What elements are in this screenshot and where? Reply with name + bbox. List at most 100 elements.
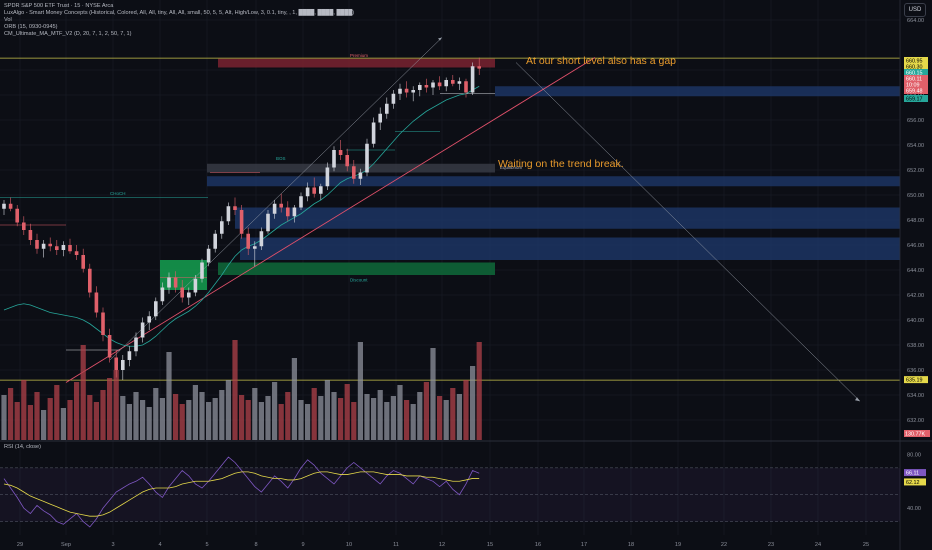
time-tick-label: 29	[17, 542, 23, 548]
volume-bar	[285, 392, 291, 440]
candle-body	[286, 207, 290, 217]
candle-body	[220, 221, 224, 234]
candle-body	[477, 66, 481, 69]
volume-bar	[456, 394, 462, 440]
time-tick-label: 22	[721, 542, 727, 548]
candle-body	[385, 103, 389, 114]
time-tick-label: 24	[815, 542, 821, 548]
currency-button[interactable]: USD	[904, 3, 926, 17]
candle-body	[55, 246, 59, 250]
rsi-tag-text: 66.11	[906, 471, 919, 477]
candle-body	[173, 277, 178, 288]
volume-bar	[404, 400, 410, 440]
indicator-ma[interactable]: CM_Ultimate_MA_MTF_V2 (D, 20, 7, 1, 2, 5…	[4, 31, 131, 38]
indicator-orb[interactable]: ORB (15, 0930-0945)	[4, 24, 57, 31]
volume-bar	[252, 388, 258, 440]
volume-bar	[258, 402, 264, 440]
rsi-tag-text: 62.12	[906, 480, 920, 486]
price-tick-label: 640.00	[907, 318, 924, 324]
zone-label-discount: Discount	[350, 278, 368, 283]
volume-bar	[133, 392, 139, 440]
candle-body	[338, 150, 343, 155]
demand-block-green	[160, 260, 207, 290]
volume-bar	[272, 382, 278, 440]
volume-bar	[219, 390, 225, 440]
volume-bar	[225, 380, 231, 440]
volume-tag: 130.77K	[904, 430, 930, 438]
volume-bar	[417, 392, 423, 440]
time-tick-label: 11	[393, 542, 399, 548]
time-tick-label: 23	[768, 542, 774, 548]
candle-body	[107, 335, 112, 358]
volume-bar	[437, 396, 443, 440]
volume-bar	[126, 404, 132, 440]
volume-bar	[1, 395, 7, 440]
volume-bar	[291, 358, 297, 440]
candle-body	[312, 187, 316, 194]
volume-bar	[93, 402, 99, 440]
indicator-vol[interactable]: Vol	[4, 17, 12, 24]
volume-bar	[311, 388, 317, 440]
candle-body	[48, 243, 52, 247]
price-tick-label: 650.00	[907, 193, 924, 199]
volume-bar	[87, 395, 93, 440]
volume-bar	[206, 402, 212, 440]
volume-bar	[113, 370, 119, 440]
price-tick-label: 644.00	[907, 268, 924, 274]
candle-body	[127, 351, 132, 360]
time-tick-label: 9	[301, 542, 304, 548]
time-tick-label: 25	[863, 542, 869, 548]
rsi-title[interactable]: RSI (14, close)	[4, 444, 41, 450]
volume-bar	[166, 352, 172, 440]
volume-bar	[21, 380, 27, 440]
candle-body	[15, 208, 19, 223]
volume-bar	[344, 384, 350, 440]
time-tick-label: Sep	[61, 542, 71, 548]
candle-body	[28, 230, 33, 240]
volume-bar	[159, 398, 165, 440]
candle-body	[319, 186, 323, 194]
volume-bar	[140, 400, 146, 440]
annotation-gap-note[interactable]: At our short level also has a gap	[526, 55, 676, 67]
volume-bar	[305, 404, 311, 440]
candle-body	[259, 231, 264, 247]
projection-arrow	[515, 62, 861, 402]
time-tick-label: 4	[158, 542, 161, 548]
candle-body	[358, 172, 363, 179]
volume-bar	[430, 348, 436, 440]
indicator-smc[interactable]: LuxAlgo - Smart Money Concepts (Historic…	[4, 10, 354, 17]
volume-bar	[192, 385, 198, 440]
volume-bar	[338, 398, 344, 440]
rsi-tag: 62.12	[904, 478, 926, 486]
volume-bar	[74, 382, 80, 440]
candle-body	[305, 187, 310, 197]
candle-body	[437, 82, 442, 87]
price-tick-label: 654.00	[907, 143, 924, 149]
volume-bar	[331, 392, 337, 440]
rsi-tick-label: 40.00	[907, 506, 921, 512]
volume-bar	[450, 388, 456, 440]
candle-body	[365, 143, 369, 173]
chart-canvas[interactable]: PremiumEquilibriumDiscountCHoCHBOS632.00…	[0, 0, 932, 550]
zone-label-choch: CHoCH	[110, 191, 126, 196]
candle-body	[160, 287, 165, 302]
volume-bar	[298, 400, 304, 440]
candle-body	[266, 213, 270, 232]
premium-zone	[218, 58, 495, 68]
candle-body	[345, 155, 349, 167]
candle-body	[81, 255, 85, 269]
equilibrium-zone	[207, 163, 495, 173]
volume-bar	[27, 405, 33, 440]
candle-body	[61, 245, 66, 250]
time-tick-label: 18	[628, 542, 634, 548]
candle-body	[154, 301, 158, 317]
time-tick-label: 8	[254, 542, 257, 548]
candle-body	[147, 316, 151, 323]
time-tick-label: 12	[439, 542, 445, 548]
price-tick-label: 648.00	[907, 218, 924, 224]
volume-bar	[351, 402, 357, 440]
time-tick-label: 17	[581, 542, 587, 548]
rsi-tick-label: 80.00	[907, 452, 921, 458]
candle-body	[2, 203, 6, 209]
annotation-trend-note[interactable]: Waiting on the trend break.	[498, 158, 624, 170]
